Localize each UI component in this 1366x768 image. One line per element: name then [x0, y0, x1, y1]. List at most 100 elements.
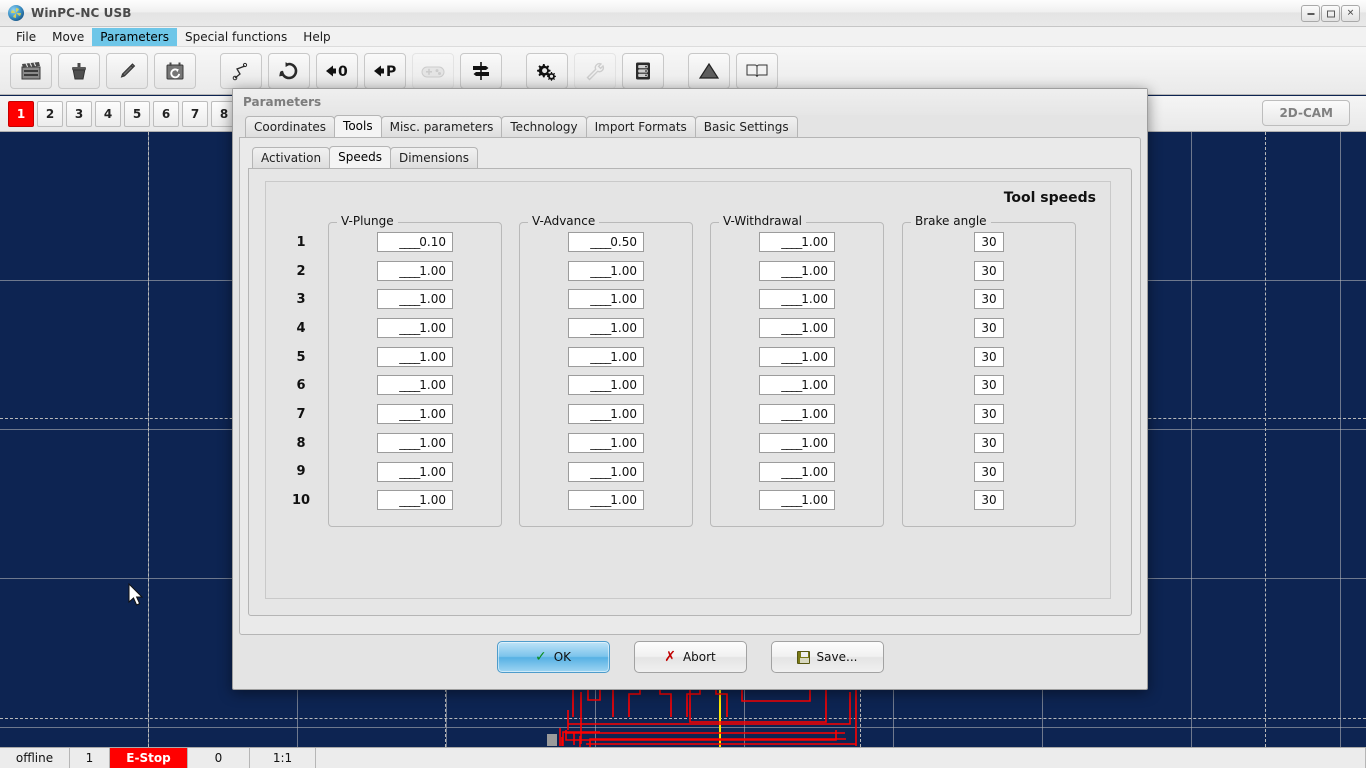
park-reference-icon[interactable]: P [364, 52, 406, 89]
brake-angle-field-5[interactable]: 30 [974, 346, 1004, 367]
gears-settings-icon[interactable] [526, 52, 568, 89]
brake-angle-field-4[interactable]: 30 [974, 318, 1004, 339]
v-advance-field-6[interactable]: ____1.00 [568, 375, 644, 396]
film-clapper-icon[interactable] [10, 52, 52, 89]
minimize-button[interactable] [1301, 5, 1320, 22]
brake-angle-field-2[interactable]: 30 [974, 260, 1004, 281]
fields-v-withdrawal: ____1.00 ____1.00 ____1.00 ____1.00 ____… [711, 223, 883, 519]
group-label-v-advance: V-Advance [528, 214, 600, 228]
v-plunge-field-6[interactable]: ____1.00 [377, 375, 453, 396]
menu-item-parameters[interactable]: Parameters [92, 27, 177, 46]
tool-number-3[interactable]: 3 [66, 100, 92, 127]
window-controls: ✕ [1301, 5, 1360, 22]
tool-number-6[interactable]: 6 [153, 100, 179, 127]
tab-import-formats[interactable]: Import Formats [585, 116, 696, 137]
dialog-button-bar: ✓ OK ✗ Abort Save... [233, 641, 1147, 673]
v-withdrawal-field-5[interactable]: ____1.00 [759, 346, 835, 367]
brake-angle-field-6[interactable]: 30 [974, 375, 1004, 396]
v-plunge-field-9[interactable]: ____1.00 [377, 461, 453, 482]
v-advance-field-5[interactable]: ____1.00 [568, 346, 644, 367]
v-plunge-field-8[interactable]: ____1.00 [377, 432, 453, 453]
v-plunge-field-3[interactable]: ____1.00 [377, 289, 453, 310]
tab-basic-settings[interactable]: Basic Settings [694, 116, 798, 137]
brake-angle-field-8[interactable]: 30 [974, 432, 1004, 453]
tools-tab-panel: Activation Speeds Dimensions Tool speeds… [239, 137, 1141, 635]
v-withdrawal-field-9[interactable]: ____1.00 [759, 461, 835, 482]
save-button[interactable]: Save... [770, 641, 884, 673]
tool-number-5[interactable]: 5 [124, 100, 150, 127]
v-withdrawal-field-2[interactable]: ____1.00 [759, 260, 835, 281]
ok-button[interactable]: ✓ OK [496, 641, 610, 673]
v-withdrawal-field-10[interactable]: ____1.00 [759, 490, 835, 511]
signpost-direction-icon[interactable] [460, 52, 502, 89]
v-plunge-field-7[interactable]: ____1.00 [377, 404, 453, 425]
brake-angle-field-1[interactable]: 30 [974, 232, 1004, 252]
v-withdrawal-field-6[interactable]: ____1.00 [759, 375, 835, 396]
brake-angle-field-7[interactable]: 30 [974, 404, 1004, 425]
menu-item-help[interactable]: Help [295, 28, 338, 46]
v-advance-field-8[interactable]: ____1.00 [568, 432, 644, 453]
v-advance-field-4[interactable]: ____1.00 [568, 318, 644, 339]
status-bar: offline 1 E-Stop 0 1:1 [0, 747, 1366, 768]
tab-misc-parameters[interactable]: Misc. parameters [380, 116, 503, 137]
v-plunge-field-2[interactable]: ____1.00 [377, 260, 453, 281]
dialog-tabs-primary: Coordinates Tools Misc. parameters Techn… [233, 115, 1147, 137]
v-advance-field-3[interactable]: ____1.00 [568, 289, 644, 310]
row-number: 1 [296, 234, 306, 250]
v-withdrawal-field-8[interactable]: ____1.00 [759, 432, 835, 453]
speeds-inner-frame: Tool speeds 1 2 3 4 5 6 7 8 9 10 V-Plung… [265, 181, 1111, 599]
brake-angle-field-3[interactable]: 30 [974, 289, 1004, 310]
menu-item-move[interactable]: Move [44, 28, 92, 46]
floppy-disk-icon [796, 650, 810, 664]
menu-item-special-functions[interactable]: Special functions [177, 28, 295, 46]
group-v-plunge: V-Plunge ____0.10 ____1.00 ____1.00 ____… [328, 214, 502, 527]
polyline-path-icon[interactable] [220, 52, 262, 89]
v-advance-field-9[interactable]: ____1.00 [568, 461, 644, 482]
tool-number-7[interactable]: 7 [182, 100, 208, 127]
rotate-circular-arrow-icon[interactable] [268, 52, 310, 89]
v-plunge-field-4[interactable]: ____1.00 [377, 318, 453, 339]
v-advance-field-10[interactable]: ____1.00 [568, 490, 644, 511]
trash-bin-icon[interactable] [58, 52, 100, 89]
brake-angle-field-10[interactable]: 30 [974, 490, 1004, 511]
status-estop-badge[interactable]: E-Stop [110, 748, 188, 768]
row-number: 5 [296, 349, 306, 365]
cam-2d-button[interactable]: 2D-CAM [1262, 100, 1350, 126]
menu-item-file[interactable]: File [8, 28, 44, 46]
status-zoom-ratio: 1:1 [250, 748, 316, 768]
row-number: 9 [296, 464, 306, 480]
tab-tools[interactable]: Tools [334, 115, 382, 137]
row-number: 4 [296, 320, 306, 336]
v-advance-field-1[interactable]: ____0.50 [568, 232, 644, 252]
tab-dimensions[interactable]: Dimensions [389, 147, 478, 168]
row-number: 7 [296, 406, 306, 422]
zero-reference-icon[interactable]: 0 [316, 52, 358, 89]
tab-coordinates[interactable]: Coordinates [245, 116, 336, 137]
mouse-pointer-icon [128, 583, 144, 606]
warning-triangle-icon[interactable] [688, 52, 730, 89]
tool-number-2[interactable]: 2 [37, 100, 63, 127]
tab-activation[interactable]: Activation [252, 147, 331, 168]
brake-angle-field-9[interactable]: 30 [974, 461, 1004, 482]
tool-number-1[interactable]: 1 [8, 100, 34, 127]
tool-number-4[interactable]: 4 [95, 100, 121, 127]
v-withdrawal-field-7[interactable]: ____1.00 [759, 404, 835, 425]
row-number: 8 [296, 435, 306, 451]
abort-button[interactable]: ✗ Abort [633, 641, 747, 673]
v-plunge-field-1[interactable]: ____0.10 [377, 232, 453, 252]
tab-speeds[interactable]: Speeds [329, 146, 391, 168]
maximize-button[interactable] [1321, 5, 1340, 22]
open-book-help-icon[interactable] [736, 52, 778, 89]
tab-technology[interactable]: Technology [501, 116, 587, 137]
server-rack-icon[interactable] [622, 52, 664, 89]
v-advance-field-2[interactable]: ____1.00 [568, 260, 644, 281]
clock-reset-icon[interactable] [154, 52, 196, 89]
v-withdrawal-field-1[interactable]: ____1.00 [759, 232, 835, 252]
v-plunge-field-5[interactable]: ____1.00 [377, 346, 453, 367]
v-advance-field-7[interactable]: ____1.00 [568, 404, 644, 425]
v-withdrawal-field-4[interactable]: ____1.00 [759, 318, 835, 339]
close-button[interactable]: ✕ [1341, 5, 1360, 22]
pencil-edit-icon[interactable] [106, 52, 148, 89]
v-withdrawal-field-3[interactable]: ____1.00 [759, 289, 835, 310]
v-plunge-field-10[interactable]: ____1.00 [377, 490, 453, 511]
